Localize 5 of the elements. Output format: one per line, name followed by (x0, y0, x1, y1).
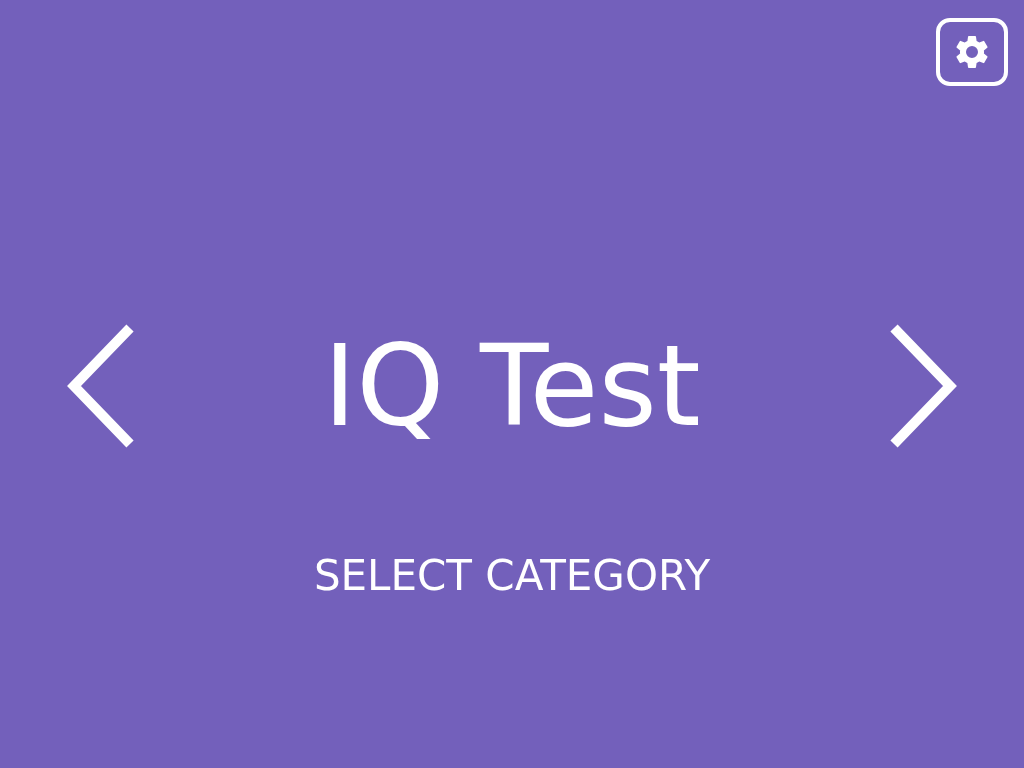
previous-button[interactable] (66, 324, 136, 448)
next-button[interactable] (888, 324, 958, 448)
title: IQ Test (323, 321, 701, 451)
settings-button[interactable] (936, 18, 1008, 86)
select-category-button[interactable]: SELECT CATEGORY (313, 551, 711, 600)
